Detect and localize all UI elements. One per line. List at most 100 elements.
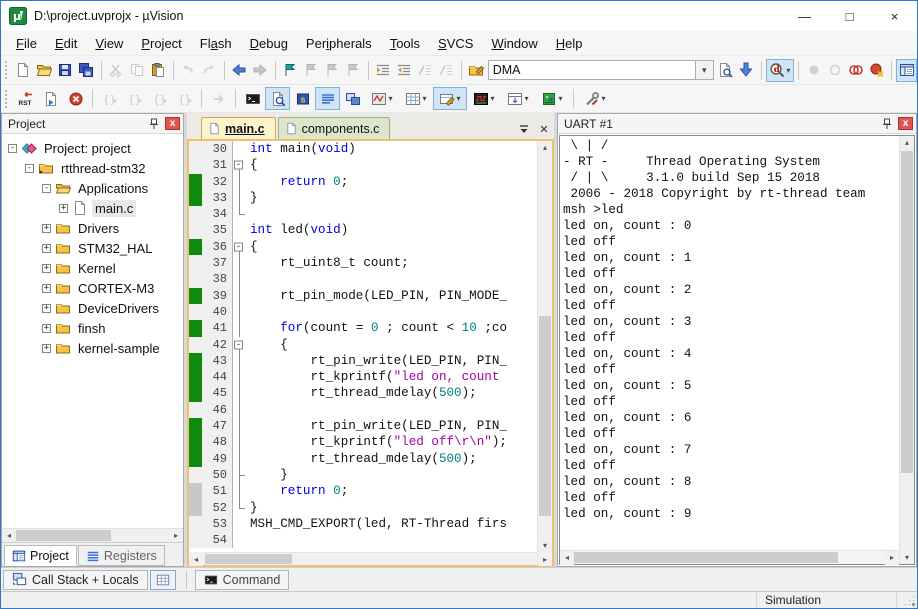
menu-item-file[interactable]: File bbox=[7, 33, 46, 54]
uart-terminal[interactable]: \ | /- RT - Thread Operating System / | … bbox=[560, 136, 899, 550]
navigate-back-button[interactable] bbox=[229, 59, 250, 82]
system-viewer-button[interactable]: ▾ bbox=[535, 87, 569, 110]
scroll-track[interactable] bbox=[538, 154, 552, 539]
expand-icon[interactable]: + bbox=[42, 324, 51, 333]
tree-item-cortex-m3[interactable]: +CORTEX-M3 bbox=[2, 278, 183, 298]
disassembly-window-button[interactable] bbox=[265, 87, 290, 110]
scroll-left-icon[interactable]: ◂ bbox=[560, 551, 574, 565]
undo-button[interactable] bbox=[178, 59, 199, 82]
scroll-up-icon[interactable]: ▴ bbox=[538, 141, 552, 154]
comment-selection-button[interactable] bbox=[415, 59, 436, 82]
lookup-word-button[interactable]: d▾ bbox=[766, 59, 795, 82]
menu-item-svcs[interactable]: SVCS bbox=[429, 33, 482, 54]
menu-item-project[interactable]: Project bbox=[132, 33, 190, 54]
dropdown-arrow-icon[interactable]: ▾ bbox=[786, 66, 790, 75]
symbols-window-button[interactable]: s bbox=[290, 87, 315, 110]
fold-margin[interactable]: - bbox=[232, 239, 245, 255]
dropdown-arrow-icon[interactable]: ▾ bbox=[456, 94, 460, 103]
scroll-left-icon[interactable]: ◂ bbox=[189, 552, 203, 566]
toolbar-grip[interactable] bbox=[5, 61, 9, 79]
collapse-icon[interactable]: - bbox=[42, 184, 51, 193]
insert-bookmark-button[interactable] bbox=[279, 59, 300, 82]
find-in-files-button[interactable] bbox=[466, 59, 487, 82]
project-window-toggle-button[interactable] bbox=[896, 59, 917, 82]
cut-button[interactable] bbox=[106, 59, 127, 82]
maximize-button[interactable]: □ bbox=[827, 2, 872, 31]
tree-item-project-project[interactable]: -Project: project bbox=[2, 138, 183, 158]
tree-item-main-c[interactable]: +main.c bbox=[2, 198, 183, 218]
menu-item-view[interactable]: View bbox=[86, 33, 132, 54]
scroll-thumb[interactable] bbox=[16, 530, 111, 541]
reset-button[interactable]: RST bbox=[13, 87, 38, 110]
fold-margin[interactable]: - bbox=[232, 337, 245, 353]
editor-hscrollbar[interactable]: ◂ ▸ bbox=[187, 552, 554, 567]
indent-button[interactable] bbox=[373, 59, 394, 82]
scroll-track[interactable] bbox=[16, 529, 169, 542]
collapse-icon[interactable]: - bbox=[25, 164, 34, 173]
pin-icon[interactable] bbox=[879, 116, 895, 131]
close-document-icon[interactable]: ✕ bbox=[534, 119, 554, 139]
document-list-chevron-icon[interactable] bbox=[514, 119, 534, 139]
command-window-button[interactable] bbox=[240, 87, 265, 110]
resize-grip[interactable] bbox=[897, 592, 917, 608]
disable-all-breakpoints-button[interactable] bbox=[845, 59, 866, 82]
menu-item-peripherals[interactable]: Peripherals bbox=[297, 33, 381, 54]
uncomment-selection-button[interactable] bbox=[436, 59, 457, 82]
scroll-track[interactable] bbox=[574, 551, 885, 564]
dropdown-arrow-icon[interactable]: ▾ bbox=[490, 94, 494, 103]
expand-icon[interactable]: + bbox=[59, 204, 68, 213]
dropdown-arrow-icon[interactable]: ▾ bbox=[601, 94, 605, 103]
command-tab[interactable]: Command bbox=[195, 570, 290, 590]
insert-breakpoint-button[interactable] bbox=[803, 59, 824, 82]
scroll-thumb[interactable] bbox=[901, 151, 913, 472]
expand-icon[interactable]: + bbox=[42, 244, 51, 253]
tree-item-stm32-hal[interactable]: +STM32_HAL bbox=[2, 238, 183, 258]
save-button[interactable] bbox=[55, 59, 76, 82]
expand-icon[interactable]: + bbox=[42, 284, 51, 293]
memory-windows-button[interactable]: ▾ bbox=[399, 87, 433, 110]
uart-vscrollbar[interactable]: ▴ ▾ bbox=[899, 136, 914, 564]
stack-locals-window-button[interactable]: ▾ bbox=[501, 87, 535, 110]
combo-dropdown-icon[interactable]: ▾ bbox=[696, 60, 714, 80]
scroll-right-icon[interactable]: ▸ bbox=[538, 552, 552, 566]
scroll-track[interactable] bbox=[203, 553, 538, 565]
scroll-thumb[interactable] bbox=[574, 552, 838, 563]
toolbar-grip[interactable] bbox=[5, 90, 10, 108]
dropdown-arrow-icon[interactable]: ▾ bbox=[558, 94, 562, 103]
project-panel-close-icon[interactable]: x bbox=[165, 117, 180, 130]
logic-analyzer-button[interactable]: ▾ bbox=[467, 87, 501, 110]
redo-button[interactable] bbox=[199, 59, 220, 82]
step-over-button[interactable]: {} bbox=[122, 87, 147, 110]
navigate-forward-button[interactable] bbox=[250, 59, 271, 82]
scroll-up-icon[interactable]: ▴ bbox=[900, 136, 914, 149]
dropdown-arrow-icon[interactable]: ▾ bbox=[388, 94, 392, 103]
unindent-button[interactable] bbox=[394, 59, 415, 82]
show-next-statement-button[interactable] bbox=[38, 87, 63, 110]
analysis-windows-button[interactable] bbox=[340, 87, 365, 110]
fold-margin[interactable]: - bbox=[232, 157, 245, 173]
scroll-left-icon[interactable]: ◂ bbox=[2, 529, 16, 543]
scroll-thumb[interactable] bbox=[205, 554, 292, 564]
tree-item-applications[interactable]: -Applications bbox=[2, 178, 183, 198]
tree-item-rtthread-stm32[interactable]: -rtthread-stm32 bbox=[2, 158, 183, 178]
dropdown-arrow-icon[interactable]: ▾ bbox=[422, 94, 426, 103]
menu-item-debug[interactable]: Debug bbox=[241, 33, 297, 54]
tree-item-finsh[interactable]: +finsh bbox=[2, 318, 183, 338]
project-tree-hscrollbar[interactable]: ◂ ▸ bbox=[2, 528, 183, 542]
search-combo-input[interactable] bbox=[488, 60, 696, 80]
open-file-button[interactable] bbox=[34, 59, 55, 82]
debug-settings-button[interactable]: ▾ bbox=[578, 87, 612, 110]
expand-icon[interactable]: + bbox=[42, 304, 51, 313]
trace-windows-button[interactable]: ▾ bbox=[365, 87, 399, 110]
uart-panel-close-icon[interactable]: x bbox=[898, 117, 913, 130]
save-all-button[interactable] bbox=[76, 59, 97, 82]
tree-item-kernel[interactable]: +Kernel bbox=[2, 258, 183, 278]
tree-item-devicedrivers[interactable]: +DeviceDrivers bbox=[2, 298, 183, 318]
search-combo[interactable]: ▾ bbox=[488, 60, 714, 80]
serial-windows-button[interactable] bbox=[315, 87, 340, 110]
uart-hscrollbar[interactable]: ◂ ▸ bbox=[560, 550, 899, 564]
expand-icon[interactable]: + bbox=[42, 224, 51, 233]
enable-breakpoint-button[interactable] bbox=[824, 59, 845, 82]
run-button[interactable] bbox=[206, 87, 231, 110]
menu-item-edit[interactable]: Edit bbox=[46, 33, 86, 54]
